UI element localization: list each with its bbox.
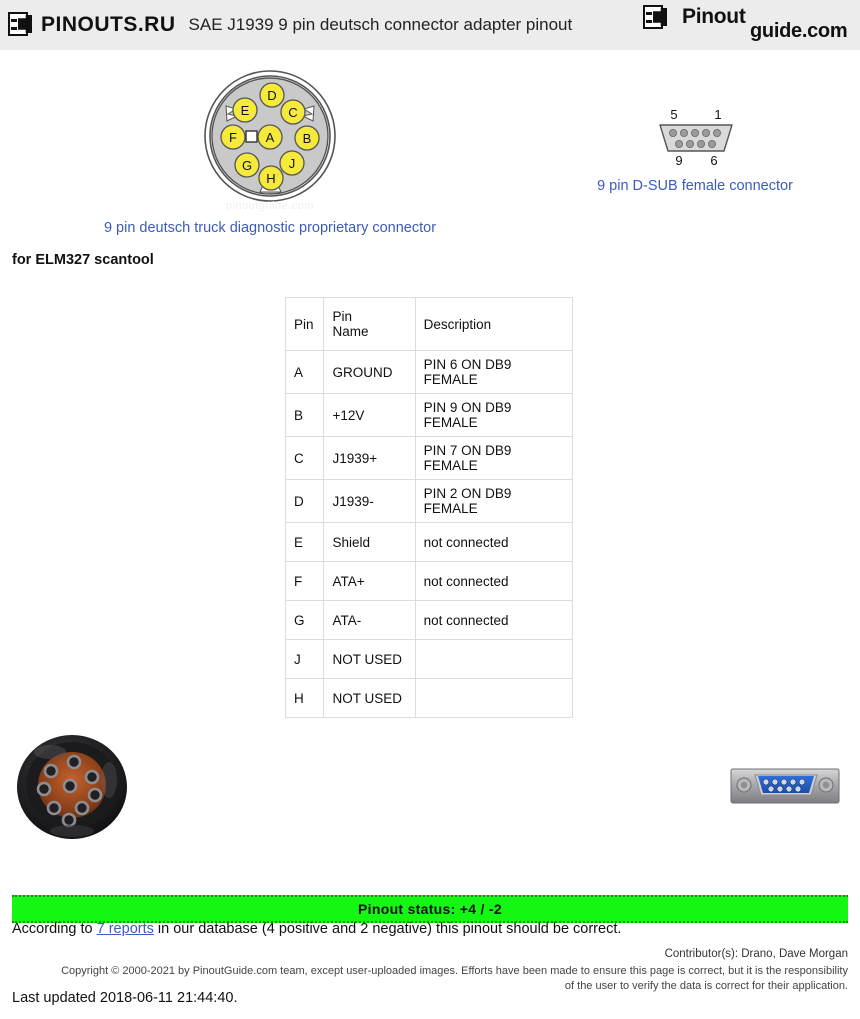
table-header-row: Pin Pin Name Description [284,297,574,351]
plug-connector-icon [643,5,669,31]
svg-text:J: J [289,156,296,171]
cell-pin: G [284,600,325,640]
brand-right-wordmark: Pinout guide.com [682,5,854,43]
cell-description: PIN 7 ON DB9 FEMALE [414,436,574,480]
screw-lock-left [736,777,752,793]
plug-connector-icon [8,12,34,38]
dsub-label-1: 1 [714,107,721,122]
cell-pin: F [284,561,325,601]
cell-pin-name: ATA+ [323,561,416,601]
cell-pin: C [284,436,325,480]
cell-pin: E [284,522,325,562]
status-badge: Pinout status: +4 / -2 [12,895,848,923]
deutsch-connector-photo [17,735,127,839]
column-header-pin-name: Pin Name [323,297,416,351]
svg-text:E: E [241,103,250,118]
reports-prefix: According to [12,921,97,937]
table-row: E Shield not connected [284,522,574,562]
cell-description [414,678,574,718]
svg-text:F: F [229,130,237,145]
table-row: B +12V PIN 9 ON DB9 FEMALE [284,393,574,437]
cell-description: not connected [414,561,574,601]
dsub-connector-diagram: 5 1 9 6 [659,107,733,168]
reports-link[interactable]: 7 reports [97,921,154,937]
cell-pin: B [284,393,325,437]
cell-pin: J [284,639,325,679]
table-row: A GROUND PIN 6 ON DB9 FEMALE [284,350,574,394]
cell-pin-name: Shield [323,522,416,562]
cell-pin-name: J1939- [323,479,416,523]
table-row: J NOT USED [284,639,574,679]
cell-pin-name: ATA- [323,600,416,640]
cell-description: PIN 2 ON DB9 FEMALE [414,479,574,523]
cell-pin-name: NOT USED [323,678,416,718]
cell-description [414,639,574,679]
cell-description: not connected [414,600,574,640]
cell-description: PIN 6 ON DB9 FEMALE [414,350,574,394]
cell-pin-name: NOT USED [323,639,416,679]
site-header: PINOUTS.RU SAE J1939 9 pin deutsch conne… [0,0,860,50]
deutsch-connector-diagram: D E C F A B G J H [204,70,336,202]
cell-pin: H [284,678,325,718]
page-title: SAE J1939 9 pin deutsch connector adapte… [188,15,573,34]
deutsch-connector-caption-link[interactable]: 9 pin deutsch truck diagnostic proprieta… [0,220,540,236]
svg-text:A: A [266,130,275,145]
screw-lock-right [818,777,834,793]
dsub-label-5: 5 [670,107,677,122]
column-header-pin: Pin [284,297,325,351]
dsub-label-9: 9 [675,153,682,168]
table-row: H NOT USED [284,678,574,718]
table-row: F ATA+ not connected [284,561,574,601]
reports-suffix: in our database (4 positive and 2 negati… [153,921,622,937]
cell-pin: A [284,350,325,394]
column-header-pin-name-line1: Pin [332,309,352,324]
cell-description: not connected [414,522,574,562]
svg-text:D: D [267,88,276,103]
cell-description: PIN 9 ON DB9 FEMALE [414,393,574,437]
dsub-connector-caption-link[interactable]: 9 pin D-SUB female connector [560,178,830,194]
brand-right-secondary: guide.com [750,20,848,42]
dsub-label-6: 6 [710,153,717,168]
last-updated-text: Last updated 2018-06-11 21:44:40. [12,990,238,1006]
table-row: C J1939+ PIN 7 ON DB9 FEMALE [284,436,574,480]
diagram-watermark: pinoutguide.com [225,200,315,212]
cell-pin: D [284,479,325,523]
subtitle-for-scantool: for ELM327 scantool [12,252,154,268]
brand-pinouts-ru[interactable]: PINOUTS.RU [8,12,176,38]
brand-name-label: PINOUTS.RU [41,13,176,36]
table-row: D J1939- PIN 2 ON DB9 FEMALE [284,479,574,523]
brand-pinoutguide-com[interactable]: Pinout guide.com [643,5,854,43]
svg-text:G: G [242,158,252,173]
db9-female-connector-photo [730,768,840,804]
pinout-table: Pin Pin Name Description A GROUND PIN 6 ON… [284,297,574,718]
cell-pin-name: +12V [323,393,416,437]
table-row: G ATA-not connected [284,600,574,640]
svg-text:C: C [288,105,297,120]
svg-text:H: H [266,171,275,186]
contributors-text: Contributor(s): Drano, Dave Morgan [664,948,848,960]
cell-pin-name: GROUND [323,350,416,394]
column-header-description: Description [414,297,574,351]
column-header-pin-name-line2: Name [332,324,369,339]
reports-sentence: According to 7 reports in our database (… [12,921,621,937]
cell-pin-name: J1939+ [323,436,416,480]
svg-text:B: B [303,131,312,146]
pinout-status-wrap: Pinout status: +4 / -2 [12,895,848,923]
brand-right-primary: Pinout [682,5,746,28]
